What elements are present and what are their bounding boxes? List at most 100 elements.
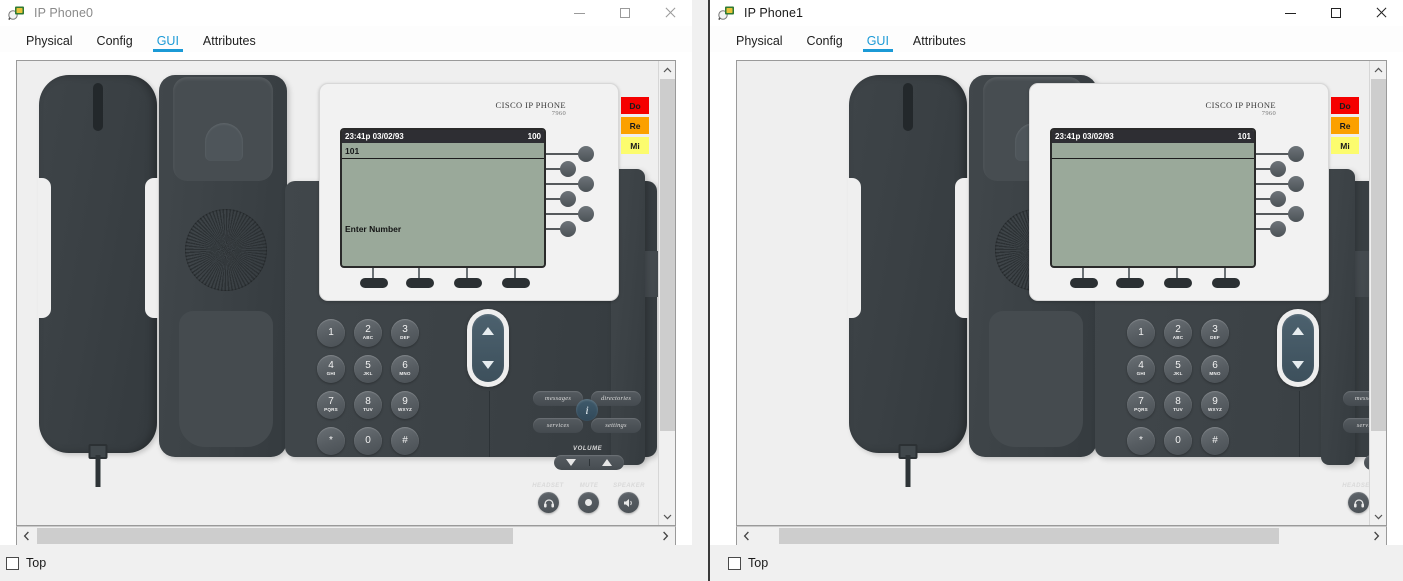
line-button-6[interactable] — [1270, 221, 1286, 237]
minimize-button[interactable] — [1268, 0, 1313, 26]
top-checkbox[interactable] — [6, 556, 19, 570]
close-button[interactable] — [647, 0, 692, 26]
maximize-button[interactable] — [602, 0, 647, 26]
softkey-2[interactable] — [1116, 278, 1144, 288]
titlebar[interactable]: IP Phone0 — [0, 0, 692, 26]
services-button[interactable]: services — [533, 418, 583, 433]
softkey-1[interactable] — [1070, 278, 1098, 288]
side-label-do[interactable]: Do — [621, 97, 649, 114]
tab-config[interactable]: Config — [795, 34, 855, 53]
tab-attributes[interactable]: Attributes — [191, 34, 268, 53]
key-9[interactable]: 9 WXYZ — [1201, 391, 1229, 419]
messages-button[interactable]: messages — [533, 391, 583, 406]
scroll-down-arrow-icon[interactable] — [659, 508, 675, 525]
line-button-2[interactable] — [560, 161, 576, 177]
scroll-down-arrow-icon[interactable] — [1370, 508, 1386, 525]
headset-button[interactable] — [538, 492, 559, 513]
line-button-4[interactable] — [1270, 191, 1286, 207]
horizontal-scroll-thumb[interactable] — [779, 528, 1279, 544]
line-button-3[interactable] — [1288, 176, 1304, 192]
vertical-scroll-thumb[interactable] — [660, 79, 675, 431]
vertical-scroll-thumb[interactable] — [1371, 79, 1386, 431]
tab-gui[interactable]: GUI — [145, 34, 191, 53]
key-2[interactable]: 2 ABC — [1164, 319, 1192, 347]
tab-physical[interactable]: Physical — [14, 34, 85, 53]
phone-handset[interactable] — [848, 75, 968, 487]
scroll-right-arrow-icon[interactable] — [656, 527, 675, 545]
tab-physical[interactable]: Physical — [724, 34, 795, 53]
softkey-3[interactable] — [1164, 278, 1192, 288]
tab-attributes[interactable]: Attributes — [901, 34, 978, 53]
key-5[interactable]: 5 JKL — [354, 355, 382, 383]
scroll-right-arrow-icon[interactable] — [1367, 527, 1386, 545]
hookswitch-lever[interactable] — [205, 123, 243, 161]
scroll-up-arrow-icon[interactable] — [659, 61, 675, 78]
tab-gui[interactable]: GUI — [855, 34, 901, 53]
minimize-button[interactable] — [557, 0, 602, 26]
nav-up-arrow-icon[interactable] — [1292, 327, 1304, 335]
maximize-button[interactable] — [1313, 0, 1358, 26]
key-pound[interactable]: # — [391, 427, 419, 455]
volume-down-button[interactable] — [554, 459, 589, 466]
vertical-scrollbar[interactable] — [658, 61, 675, 525]
key-star[interactable]: * — [317, 427, 345, 455]
volume-up-button[interactable] — [588, 459, 625, 466]
key-9[interactable]: 9 WXYZ — [391, 391, 419, 419]
scroll-left-arrow-icon[interactable] — [17, 527, 36, 545]
side-label-mi[interactable]: Mi — [621, 137, 649, 154]
line-button-6[interactable] — [560, 221, 576, 237]
key-5[interactable]: 5 JKL — [1164, 355, 1192, 383]
key-0[interactable]: 0 — [1164, 427, 1192, 455]
side-label-do[interactable]: Do — [1331, 97, 1359, 114]
key-6[interactable]: 6 MNO — [1201, 355, 1229, 383]
line-button-2[interactable] — [1270, 161, 1286, 177]
softkey-3[interactable] — [454, 278, 482, 288]
softkey-4[interactable] — [1212, 278, 1240, 288]
key-7[interactable]: 7 PQRS — [317, 391, 345, 419]
key-8[interactable]: 8 TUV — [354, 391, 382, 419]
key-3[interactable]: 3 DEF — [391, 319, 419, 347]
nav-down-arrow-icon[interactable] — [1292, 361, 1304, 369]
settings-button[interactable]: settings — [591, 418, 641, 433]
key-3[interactable]: 3 DEF — [1201, 319, 1229, 347]
top-checkbox[interactable] — [728, 556, 741, 570]
horizontal-scrollbar[interactable] — [736, 526, 1387, 546]
phone-handset[interactable] — [38, 75, 158, 487]
line-button-1[interactable] — [1288, 146, 1304, 162]
headset-button[interactable] — [1348, 492, 1369, 513]
line-button-3[interactable] — [578, 176, 594, 192]
key-pound[interactable]: # — [1201, 427, 1229, 455]
line-button-5[interactable] — [578, 206, 594, 222]
key-7[interactable]: 7 PQRS — [1127, 391, 1155, 419]
tab-config[interactable]: Config — [85, 34, 145, 53]
speaker-button[interactable] — [618, 492, 639, 513]
titlebar[interactable]: IP Phone1 — [710, 0, 1403, 26]
key-1[interactable]: 1 — [317, 319, 345, 347]
close-button[interactable] — [1358, 0, 1403, 26]
softkey-4[interactable] — [502, 278, 530, 288]
nav-up-arrow-icon[interactable] — [482, 327, 494, 335]
key-2[interactable]: 2 ABC — [354, 319, 382, 347]
key-1[interactable]: 1 — [1127, 319, 1155, 347]
key-0[interactable]: 0 — [354, 427, 382, 455]
key-star[interactable]: * — [1127, 427, 1155, 455]
horizontal-scroll-thumb[interactable] — [37, 528, 513, 544]
side-label-re[interactable]: Re — [1331, 117, 1359, 134]
directories-button[interactable]: directories — [591, 391, 641, 406]
softkey-2[interactable] — [406, 278, 434, 288]
line-button-4[interactable] — [560, 191, 576, 207]
side-label-re[interactable]: Re — [621, 117, 649, 134]
key-4[interactable]: 4 GHI — [1127, 355, 1155, 383]
softkey-1[interactable] — [360, 278, 388, 288]
vertical-scrollbar[interactable] — [1369, 61, 1386, 525]
line-button-5[interactable] — [1288, 206, 1304, 222]
key-6[interactable]: 6 MNO — [391, 355, 419, 383]
horizontal-scrollbar[interactable] — [16, 526, 676, 546]
key-8[interactable]: 8 TUV — [1164, 391, 1192, 419]
key-4[interactable]: 4 GHI — [317, 355, 345, 383]
scroll-up-arrow-icon[interactable] — [1370, 61, 1386, 78]
info-button[interactable]: i — [576, 399, 598, 421]
nav-down-arrow-icon[interactable] — [482, 361, 494, 369]
scroll-left-arrow-icon[interactable] — [737, 527, 756, 545]
line-button-1[interactable] — [578, 146, 594, 162]
